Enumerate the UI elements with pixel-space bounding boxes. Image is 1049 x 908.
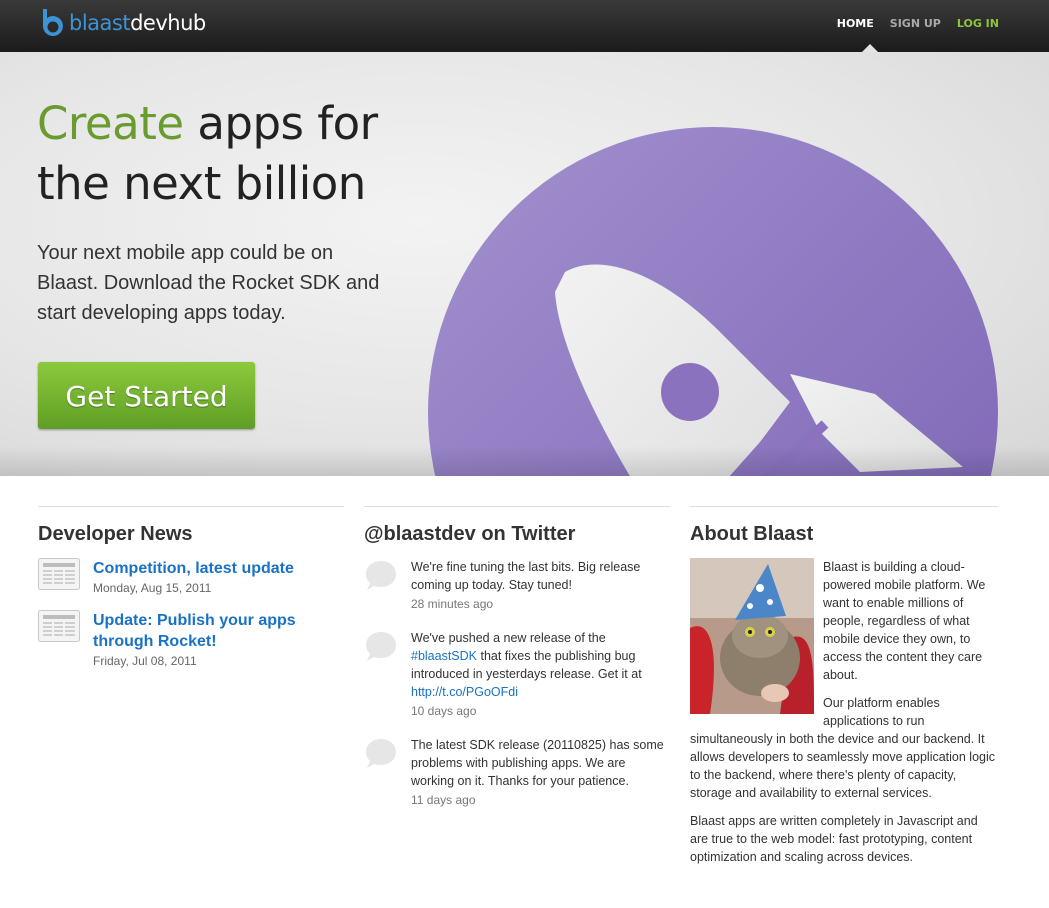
twitter-section: @blaastdev on Twitter We're fine tuning … (364, 506, 670, 825)
tweet-url-link[interactable]: http://t.co/PGoOFdi (411, 685, 518, 699)
twitter-heading: @blaastdev on Twitter (364, 523, 576, 545)
newspaper-icon (38, 610, 80, 642)
nav-sign-up[interactable]: SIGN UP (890, 17, 941, 30)
speech-bubble-icon (366, 632, 396, 661)
about-section: About Blaast Blaast is building a cloud-… (690, 506, 998, 876)
about-heading: About Blaast (690, 523, 814, 545)
hero-bottom-shade (0, 446, 1049, 476)
tweet-text: The latest SDK release (20110825) has so… (411, 738, 664, 788)
tweet-time: 28 minutes ago (411, 597, 494, 611)
hashtag-link[interactable]: #blaastSDK (411, 649, 477, 663)
developer-news-section: Developer News Competition, latest updat… (38, 506, 344, 683)
top-bar: blaastdevhub HOME SIGN UP LOG IN (0, 0, 1049, 52)
news-date: Friday, Jul 08, 2011 (93, 654, 197, 668)
nav-log-in[interactable]: LOG IN (957, 17, 999, 30)
hero-title-highlight: Create (37, 97, 184, 150)
tweet-text: We've pushed a new release of the #blaas… (411, 629, 670, 701)
about-paragraph: Blaast apps are written completely in Ja… (690, 814, 978, 864)
news-link-publish-update[interactable]: Update: Publish your apps through Rocket… (93, 610, 344, 652)
tweet-text: We're fine tuning the last bits. Big rel… (411, 560, 641, 592)
rocket-illustration (428, 127, 998, 476)
newspaper-icon (38, 558, 80, 590)
speech-bubble-icon (366, 561, 396, 590)
developer-news-heading: Developer News (38, 523, 193, 545)
news-item: Competition, latest update Monday, Aug 1… (38, 558, 344, 595)
logo-text-blaast: blaast (69, 11, 131, 35)
hero-subtitle: Your next mobile app could be on Blaast.… (37, 242, 380, 324)
tweet-time: 11 days ago (411, 793, 476, 807)
hero: Create apps for the next billion Your ne… (0, 52, 1049, 476)
cat-party-hat-photo (690, 558, 814, 714)
tweet: We're fine tuning the last bits. Big rel… (364, 558, 670, 611)
main-nav: HOME SIGN UP LOG IN (837, 17, 999, 30)
tweet: We've pushed a new release of the #blaas… (364, 629, 670, 718)
get-started-button[interactable]: Get Started (38, 362, 255, 429)
news-link-competition[interactable]: Competition, latest update (93, 558, 294, 579)
logo[interactable]: blaastdevhub (38, 5, 206, 41)
hero-title: Create apps for the next billion (37, 94, 437, 214)
tweet: The latest SDK release (20110825) has so… (364, 736, 670, 807)
speech-bubble-icon (366, 739, 396, 768)
nav-home[interactable]: HOME (837, 17, 874, 30)
active-nav-caret (862, 44, 878, 52)
news-item: Update: Publish your apps through Rocket… (38, 610, 344, 668)
blaast-logo-icon (43, 9, 63, 37)
tweet-time: 10 days ago (411, 704, 477, 718)
news-date: Monday, Aug 15, 2011 (93, 581, 212, 595)
tweet-text-start: We've pushed a new release of the (411, 631, 606, 645)
logo-text-devhub: devhub (130, 11, 206, 35)
